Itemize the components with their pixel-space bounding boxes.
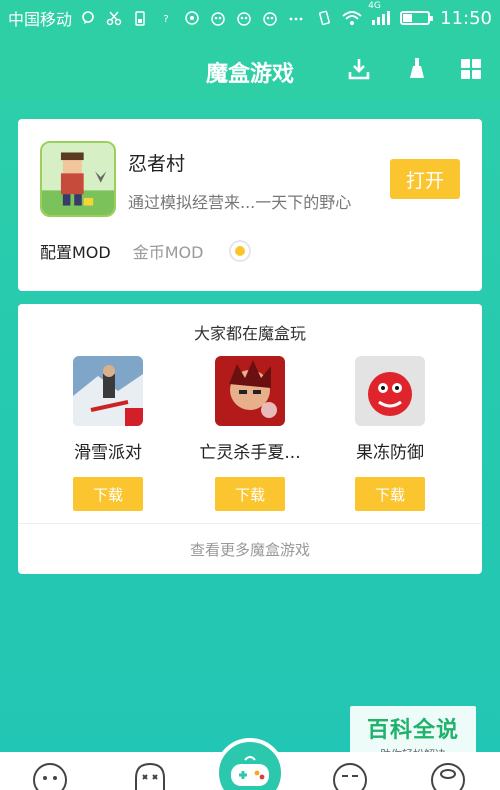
mod-option-config[interactable]: 配置MOD xyxy=(40,239,111,263)
download-button[interactable]: 下载 xyxy=(73,477,143,511)
owl-icon xyxy=(211,12,225,26)
recommend-title: 大家都在魔盒玩 xyxy=(193,324,306,343)
recommend-card: 大家都在魔盒玩 滑雪派对 下载 亡灵杀手夏... 下载 果冻防御 下载 查看更多… xyxy=(18,304,482,574)
scissors-icon xyxy=(106,11,122,26)
chat-icon xyxy=(82,11,94,24)
game-item[interactable]: 亡灵杀手夏... 下载 xyxy=(190,356,310,511)
status-bar: 中国移动 ? 4G 11:50 xyxy=(0,0,500,36)
game-item[interactable]: 滑雪派对 下载 xyxy=(48,356,168,511)
mod-radio[interactable] xyxy=(229,240,252,262)
clock: 11:50 xyxy=(440,7,492,29)
gamepad-icon xyxy=(231,756,269,786)
mod-selector: 配置MOD 金币MOD xyxy=(40,239,252,263)
network-type: 4G xyxy=(368,1,381,11)
app-card: 忍者村 通过模拟经营来...一天下的野心 打开 配置MOD 金币MOD xyxy=(18,119,482,291)
wifi-icon xyxy=(342,11,362,25)
download-icon[interactable] xyxy=(346,56,372,82)
more-games-link[interactable]: 查看更多魔盒游戏 xyxy=(18,539,482,560)
battery-icon xyxy=(400,11,434,25)
game-name: 果冻防御 xyxy=(356,443,424,463)
undead-slayer-icon[interactable] xyxy=(215,356,285,426)
download-button[interactable]: 下载 xyxy=(215,477,285,511)
ninja-village-icon[interactable] xyxy=(40,141,116,217)
more-icon xyxy=(289,17,303,21)
open-button[interactable]: 打开 xyxy=(390,159,460,199)
app-header: 魔盒游戏 xyxy=(0,36,500,100)
gamepad-button[interactable] xyxy=(215,738,285,790)
app-description: 通过模拟经营来...一天下的野心 xyxy=(128,193,352,212)
ghost-icon[interactable] xyxy=(132,760,168,790)
grid-icon[interactable] xyxy=(458,56,484,82)
radio-dot xyxy=(235,246,246,256)
app-name: 忍者村 xyxy=(128,153,186,175)
clean-icon[interactable] xyxy=(404,56,430,82)
divider xyxy=(18,523,482,524)
owl-icon xyxy=(237,12,251,26)
cell-signal-icon: 4G xyxy=(368,1,391,25)
smile-icon[interactable] xyxy=(332,760,368,790)
game-name: 亡灵杀手夏... xyxy=(199,443,301,463)
signal-question-icon: ? xyxy=(163,14,168,25)
download-button[interactable]: 下载 xyxy=(355,477,425,511)
skiing-game-icon[interactable] xyxy=(73,356,143,426)
game-item[interactable]: 果冻防御 下载 xyxy=(330,356,450,511)
pig-icon[interactable] xyxy=(430,760,466,790)
battery-saver-icon xyxy=(135,11,145,26)
mod-option-gold[interactable]: 金币MOD xyxy=(133,239,204,263)
game-name: 滑雪派对 xyxy=(74,443,142,463)
game-icon xyxy=(185,11,199,25)
carrier-name: 中国移动 xyxy=(8,10,73,29)
watermark-title: 百科全说 xyxy=(366,718,459,743)
vibrate-icon xyxy=(319,10,331,26)
svg-text:?: ? xyxy=(163,14,168,25)
face-icon[interactable] xyxy=(32,760,68,790)
jelly-defense-icon[interactable] xyxy=(355,356,425,426)
notification-icons: ? xyxy=(80,10,304,26)
owl-icon xyxy=(263,12,277,26)
